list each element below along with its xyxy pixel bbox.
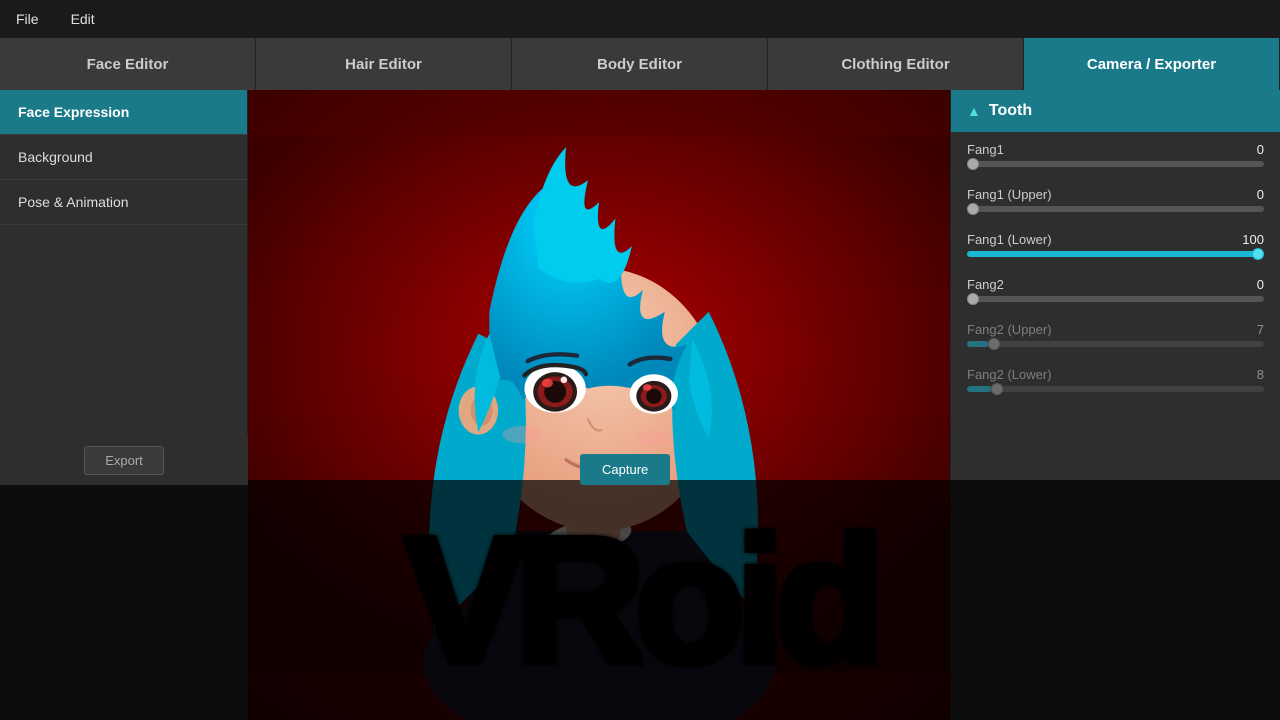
- param-fang1-upper: Fang1 (Upper) 0: [951, 177, 1280, 222]
- param-fang1-lower-slider[interactable]: [967, 251, 1264, 257]
- param-fang1: Fang1 0: [951, 132, 1280, 177]
- param-fang1-lower-value: 100: [1234, 232, 1264, 247]
- param-fang2: Fang2 0: [951, 267, 1280, 312]
- character-view: [248, 90, 950, 720]
- param-fang2-upper-label: Fang2 (Upper): [967, 322, 1052, 337]
- param-fang2-lower-slider[interactable]: [967, 386, 1264, 392]
- param-fang1-upper-label: Fang1 (Upper): [967, 187, 1052, 202]
- param-fang2-lower-label: Fang2 (Lower): [967, 367, 1052, 382]
- param-fang2-lower-value: 8: [1234, 367, 1264, 382]
- tab-body-editor[interactable]: Body Editor: [512, 38, 768, 90]
- param-fang1-value: 0: [1234, 142, 1264, 157]
- sidebar: Face Expression Background Pose & Animat…: [0, 90, 248, 720]
- menu-file[interactable]: File: [10, 7, 45, 31]
- param-fang2-upper-value: 7: [1234, 322, 1264, 337]
- tab-face-editor[interactable]: Face Editor: [0, 38, 256, 90]
- tab-hair-editor[interactable]: Hair Editor: [256, 38, 512, 90]
- param-fang1-label: Fang1: [967, 142, 1004, 157]
- param-fang1-lower: Fang1 (Lower) 100: [951, 222, 1280, 267]
- param-fang2-value: 0: [1234, 277, 1264, 292]
- main-area: Face Expression Background Pose & Animat…: [0, 90, 1280, 720]
- param-fang1-slider[interactable]: [967, 161, 1264, 167]
- viewport[interactable]: [248, 90, 950, 720]
- capture-button[interactable]: Capture: [580, 454, 670, 485]
- right-panel: ▲ Tooth Fang1 0 Fang1 (Upper) 0: [950, 90, 1280, 720]
- sidebar-item-background[interactable]: Background: [0, 135, 247, 180]
- sidebar-item-face-expression[interactable]: Face Expression: [0, 90, 247, 135]
- collapse-icon[interactable]: ▲: [967, 103, 981, 119]
- tab-clothing-editor[interactable]: Clothing Editor: [768, 38, 1024, 90]
- section-title: Tooth: [989, 102, 1032, 120]
- param-fang2-slider[interactable]: [967, 296, 1264, 302]
- param-fang2-upper: Fang2 (Upper) 7: [951, 312, 1280, 357]
- param-fang2-upper-slider[interactable]: [967, 341, 1264, 347]
- menubar: File Edit: [0, 0, 1280, 38]
- param-fang2-lower: Fang2 (Lower) 8: [951, 357, 1280, 402]
- param-fang1-upper-value: 0: [1234, 187, 1264, 202]
- param-fang1-lower-label: Fang1 (Lower): [967, 232, 1052, 247]
- tab-camera-exporter[interactable]: Camera / Exporter: [1024, 38, 1280, 90]
- bottom-buttons-area: Export: [0, 435, 248, 485]
- section-header: ▲ Tooth: [951, 90, 1280, 132]
- tabbar: Face Editor Hair Editor Body Editor Clot…: [0, 38, 1280, 90]
- param-fang2-label: Fang2: [967, 277, 1004, 292]
- param-fang1-upper-slider[interactable]: [967, 206, 1264, 212]
- menu-edit[interactable]: Edit: [65, 7, 101, 31]
- export-button[interactable]: Export: [84, 446, 164, 475]
- sidebar-item-pose-animation[interactable]: Pose & Animation: [0, 180, 247, 225]
- bottom-capture-area: Capture: [580, 454, 670, 485]
